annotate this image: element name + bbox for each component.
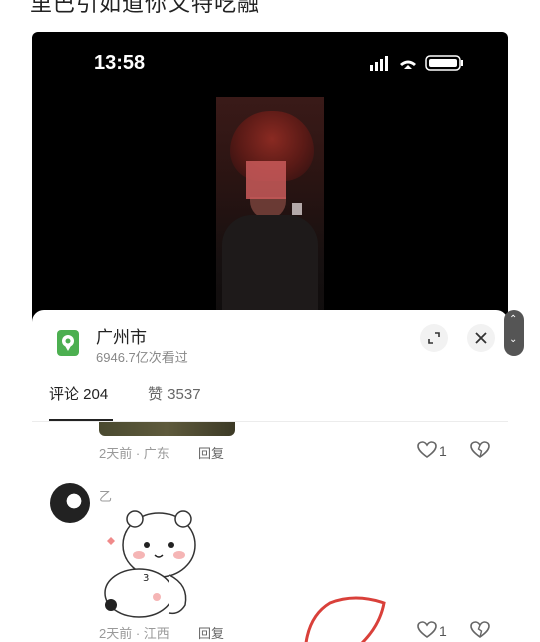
signal-bar-4	[385, 56, 388, 71]
tab-likes[interactable]: 赞 3537	[148, 383, 201, 404]
comment-image[interactable]	[99, 422, 235, 436]
broken-heart-icon[interactable]	[470, 441, 490, 459]
svg-text:3: 3	[143, 573, 149, 584]
comment-username[interactable]: 乙	[99, 486, 112, 505]
expand-icon	[428, 332, 440, 344]
video-thumbnail[interactable]	[216, 97, 324, 332]
status-icons	[370, 55, 463, 71]
expand-button[interactable]	[420, 324, 448, 352]
comment-meta: 2天前 · 江西	[99, 626, 170, 641]
like-count: 1	[439, 443, 447, 459]
signal-bar-2	[375, 62, 378, 71]
wifi-icon	[400, 60, 416, 69]
close-button[interactable]	[467, 324, 495, 352]
page: 里巴引如道你又特吃融 13:58 ⌃ ⌄ 广州市 6946.7亿次看过 评论 2…	[0, 0, 540, 642]
post-text-cut: 里巴引如道你又特吃融	[30, 0, 261, 16]
scroll-arrows-icon[interactable]: ⌃ ⌄	[504, 310, 524, 356]
heart-icon[interactable]	[417, 621, 437, 639]
avatar[interactable]	[50, 483, 90, 523]
location-name[interactable]: 广州市	[96, 323, 147, 348]
location-views: 6946.7亿次看过	[96, 350, 188, 365]
broken-heart-icon[interactable]	[470, 621, 490, 639]
reply-button[interactable]: 回复	[198, 443, 224, 462]
sticker-image[interactable]: 3	[99, 505, 209, 620]
signal-bar-1	[370, 65, 373, 71]
reply-button[interactable]: 回复	[198, 623, 224, 642]
heart-icon[interactable]	[417, 441, 437, 459]
red-scribble	[304, 596, 386, 642]
video-screenshot: 13:58	[32, 32, 508, 332]
tab-comments[interactable]: 评论 204	[49, 383, 108, 404]
comment-meta: 2天前 · 广东	[99, 446, 170, 461]
face-blur	[246, 161, 286, 199]
close-icon	[475, 332, 487, 344]
status-time: 13:58	[94, 52, 146, 74]
map-pin-icon	[57, 330, 79, 356]
signal-bar-3	[380, 59, 383, 71]
like-count: 1	[439, 623, 447, 639]
